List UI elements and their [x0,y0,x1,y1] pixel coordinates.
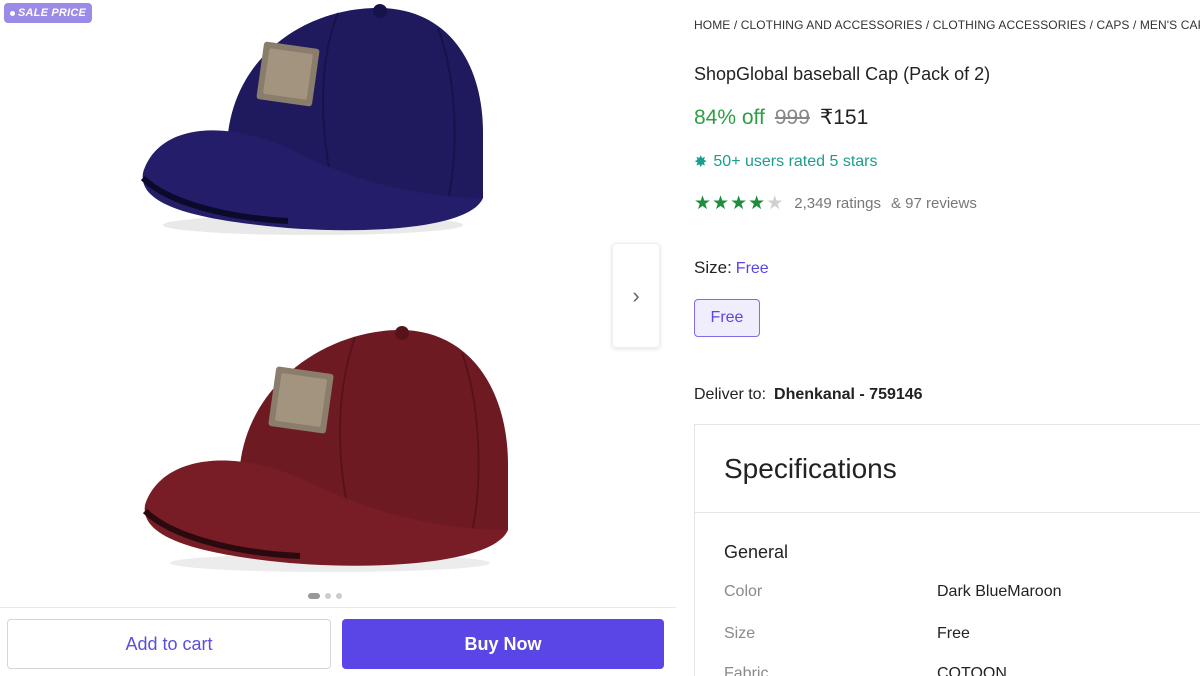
size-label-text: Size: [694,258,732,277]
deliver-label: Deliver to: [694,386,767,403]
spec-value: Free [937,625,970,642]
spec-row: Size Free [724,625,1194,643]
navy-cap-image [140,4,483,235]
ratings-count: 2,349 ratings [794,195,881,212]
specifications-heading: Specifications [695,425,1200,513]
maroon-cap-image [142,326,508,572]
rating-summary[interactable]: ★★★★★ 2,349 ratings & 97 reviews [694,192,977,215]
product-details: HOME / CLOTHING AND ACCESSORIES / CLOTHI… [694,0,1200,676]
spec-value: Dark BlueMaroon [937,583,1062,600]
action-bar: Add to cart Buy Now [0,607,676,676]
star-rating: ★★★★★ [694,192,784,215]
spec-key: Size [724,625,756,642]
star-filled-icon: ★ [748,193,767,214]
star-filled-icon: ★ [694,193,713,214]
sparkle-star-icon: ✸ [694,154,708,171]
price-row: 84% off 999 ₹151 [694,105,868,130]
next-image-button[interactable]: › [612,243,660,348]
pagination-dot[interactable] [325,593,331,599]
star-filled-icon: ★ [712,193,731,214]
spec-key: Fabric [724,665,769,676]
badge-dot-icon [10,10,15,16]
reviews-count: & 97 reviews [890,195,977,212]
selected-size: Free [735,260,769,277]
delivery-location[interactable]: Deliver to: Dhenkanal - 759146 [694,386,923,404]
breadcrumb[interactable]: HOME / CLOTHING AND ACCESSORIES / CLOTHI… [694,18,1200,32]
pagination-dot[interactable] [308,593,320,599]
users-rated-text: 50+ users rated 5 stars [713,153,878,170]
spec-row: Fabric COTOON [724,665,1194,676]
star-empty-icon: ★ [766,193,785,214]
chevron-right-icon: › [632,282,640,308]
original-price: 999 [774,106,810,129]
buy-now-button[interactable]: Buy Now [342,619,664,669]
size-option-free[interactable]: Free [694,299,760,337]
product-page: SALE PRICE › Add to cart Buy Now HOME / … [0,0,1200,676]
sale-badge: SALE PRICE [4,3,93,23]
discount-percent: 84% off [694,106,765,129]
product-title: ShopGlobal baseball Cap (Pack of 2) [694,64,991,84]
spec-row: Color Dark BlueMaroon [724,583,1194,601]
size-label: Size: Free [694,258,769,278]
add-to-cart-button[interactable]: Add to cart [7,619,331,669]
specifications-card: Specifications General Color Dark BlueMa… [694,424,1200,676]
sale-badge-label: SALE PRICE [18,7,87,19]
spec-value: COTOON [937,665,1007,676]
selling-price: ₹151 [819,106,869,129]
star-filled-icon: ★ [730,193,749,214]
product-gallery: SALE PRICE › Add to cart Buy Now [0,0,676,676]
users-rated-banner: ✸ 50+ users rated 5 stars [694,152,878,172]
image-pagination [308,593,342,599]
spec-key: Color [724,583,763,600]
pagination-dot[interactable] [336,593,342,599]
deliver-location: Dhenkanal - 759146 [774,386,923,403]
spec-group-general: General [724,542,789,562]
